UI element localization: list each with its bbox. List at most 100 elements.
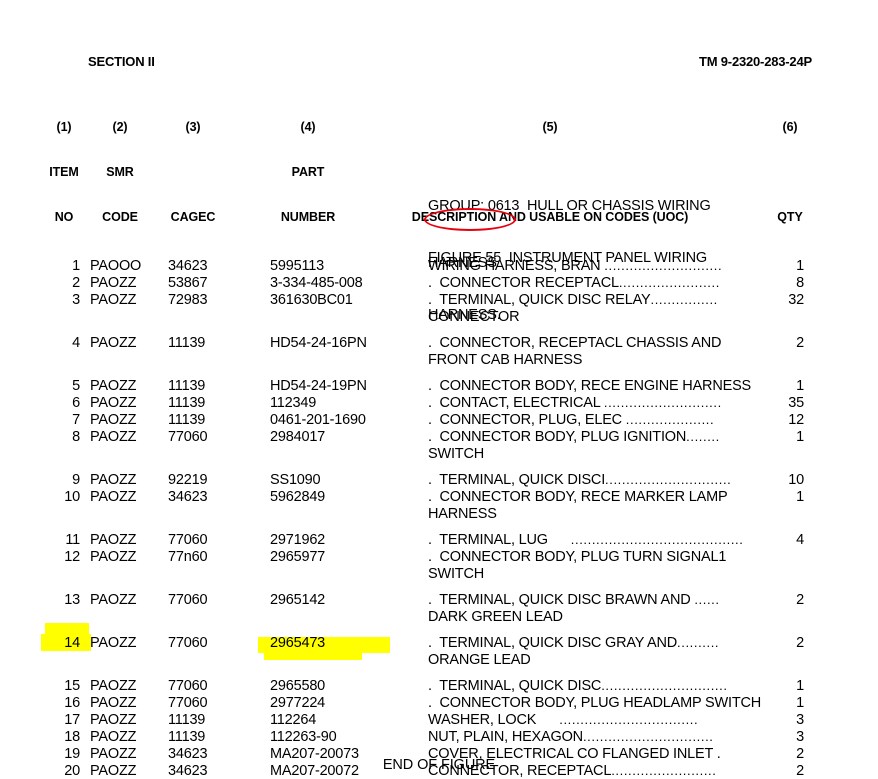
cell-description: . CONNECTOR, PLUG, ELEC ................… (428, 412, 776, 428)
description-text: FRONT CAB HARNESS (428, 352, 583, 368)
cell-qty: 2 (796, 763, 804, 779)
cell-part-number: 5962849 (270, 489, 326, 505)
description-text: . CONNECTOR RECEPTACL (428, 275, 619, 291)
cell-item-no: 6 (72, 395, 80, 411)
cell-description: SWITCH (428, 446, 776, 462)
parts-table: 1 PAOOO 34623 5995113 WIRING HARNESS, BRAN .… (0, 258, 878, 779)
cell-part-number: 2965580 (270, 678, 326, 694)
cell-cagec: 77060 (168, 678, 208, 694)
cell-item-no: 1 (72, 258, 80, 274)
cell-item-no: 16 (64, 695, 80, 711)
cell-item-no: 10 (64, 489, 80, 505)
description-text: . TERMINAL, QUICK DISCI (428, 472, 606, 488)
cell-item-no: 20 (64, 763, 80, 779)
cell-smr-code: PAOZZ (90, 292, 137, 308)
cell-part-number: MA207-20073 (270, 746, 359, 762)
cell-description: COVER, ELECTRICAL CO FLANGED INLET . (428, 746, 776, 762)
cell-cagec: 11139 (168, 335, 206, 351)
cell-qty: 1 (796, 678, 804, 694)
cell-description: . CONNECTOR RECEPTACL...................… (428, 275, 776, 291)
cell-cagec: 34623 (168, 746, 208, 762)
cell-part-number: 2965142 (270, 592, 326, 608)
cell-cagec: 34623 (168, 258, 208, 274)
dot-leader: ............................... (582, 729, 714, 744)
dot-leader: ........................................… (570, 532, 744, 547)
table-row: 1 PAOOO 34623 5995113 WIRING HARNESS, BRAN .… (0, 258, 878, 275)
cell-description: . CONNECTOR, RECEPTACL CHASSIS AND (428, 335, 776, 351)
description-text: . CONNECTOR BODY, PLUG TURN SIGNAL1 (428, 549, 727, 565)
table-row-continuation: HARNESS (0, 506, 878, 523)
cell-cagec: 77060 (168, 532, 208, 548)
cell-part-number: 2971962 (270, 532, 326, 548)
cell-smr-code: PAOZZ (90, 635, 137, 651)
cell-qty: 2 (796, 635, 804, 651)
cell-item-no: 11 (65, 532, 80, 548)
cell-item-no: 4 (72, 335, 80, 351)
cell-description: HARNESS (428, 506, 776, 522)
table-row: 5 PAOZZ 11139 HD54-24-19PN . CONNECTOR BODY,… (0, 378, 878, 395)
cell-qty: 3 (796, 712, 804, 728)
description-text: . CONNECTOR BODY, PLUG HEADLAMP SWITCH (428, 695, 762, 711)
dot-leader: .......... (677, 635, 720, 650)
cell-description: . CONNECTOR BODY, PLUG HEADLAMP SWITCH (428, 695, 776, 711)
description-text: . CONNECTOR BODY, RECE ENGINE HARNESS (428, 378, 752, 394)
cell-cagec: 53867 (168, 275, 208, 291)
table-row: 15 PAOZZ 77060 2965580 . TERMINAL, QUICK DIS… (0, 678, 878, 695)
cell-smr-code: PAOZZ (90, 763, 137, 779)
description-text: HARNESS (428, 506, 497, 522)
cell-cagec: 77060 (168, 635, 208, 651)
cell-smr-code: PAOZZ (90, 746, 137, 762)
cell-smr-code: PAOZZ (90, 275, 137, 291)
cell-description: . CONNECTOR BODY, PLUG IGNITION........ (428, 429, 776, 445)
dot-leader: ............................ (603, 395, 722, 410)
cell-qty: 32 (788, 292, 804, 308)
cell-qty: 2 (796, 335, 804, 351)
cell-smr-code: PAOZZ (90, 335, 137, 351)
cell-part-number: 2965473 (270, 635, 326, 651)
table-row: 9 PAOZZ 92219 SS1090 . TERMINAL, QUICK DISCI… (0, 472, 878, 489)
cell-part-number: 2977224 (270, 695, 326, 711)
cell-part-number: 2965977 (270, 549, 326, 565)
description-text: . CONNECTOR BODY, PLUG IGNITION (428, 429, 687, 445)
document-page: SECTION II TM 9-2320-283-24P (1) ITEM NO… (0, 0, 878, 779)
description-text: . TERMINAL, QUICK DISC GRAY AND (428, 635, 678, 651)
table-row: 7 PAOZZ 11139 0461-201-1690 . CONNECTOR, PLU… (0, 412, 878, 429)
cell-smr-code: PAOZZ (90, 695, 137, 711)
table-row: 14 PAOZZ 77060 2965473 . TERMINAL, QUICK DIS… (0, 635, 878, 652)
cell-cagec: 34623 (168, 763, 208, 779)
cell-description: NUT, PLAIN, HEXAGON.....................… (428, 729, 776, 745)
cell-qty: 1 (796, 429, 804, 445)
description-text: WIRING HARNESS, BRAN (428, 258, 605, 274)
cell-smr-code: PAOZZ (90, 489, 137, 505)
description-text: . CONNECTOR, PLUG, ELEC (428, 412, 626, 428)
cell-part-number: 3-334-485-008 (270, 275, 363, 291)
table-row: 19 PAOZZ 34623 MA207-20073 COVER, ELECTRICAL… (0, 746, 878, 763)
cell-smr-code: PAOZZ (90, 712, 137, 728)
table-row-continuation: CONNECTOR (0, 309, 878, 326)
cell-description: . CONTACT, ELECTRICAL ..................… (428, 395, 776, 411)
cell-qty: 35 (788, 395, 804, 411)
description-text: . TERMINAL, LUG (428, 532, 571, 548)
cell-item-no: 3 (72, 292, 80, 308)
cell-description: . CONNECTOR BODY, RECE MARKER LAMP (428, 489, 776, 505)
cell-qty: 1 (796, 695, 804, 711)
cell-cagec: 92219 (168, 472, 208, 488)
table-row: 11 PAOZZ 77060 2971962 . TERMINAL, LUG .....… (0, 532, 878, 549)
cell-description: . TERMINAL, QUICK DISCI.................… (428, 472, 776, 488)
cell-part-number: 2984017 (270, 429, 326, 445)
cell-cagec: 77n60 (168, 549, 208, 565)
cell-part-number: 112264 (270, 712, 317, 728)
cell-part-number: 0461-201-1690 (270, 412, 366, 428)
cell-description: WIRING HARNESS, BRAN ...................… (428, 258, 776, 274)
cell-cagec: 11139 (168, 412, 206, 428)
table-row: 8 PAOZZ 77060 2984017 . CONNECTOR BODY, PLUG… (0, 429, 878, 446)
cell-item-no: 9 (72, 472, 80, 488)
description-text: COVER, ELECTRICAL CO FLANGED INLET . (428, 746, 721, 762)
cell-part-number: 112349 (270, 395, 317, 411)
description-text: WASHER, LOCK (428, 712, 560, 728)
cell-cagec: 72983 (168, 292, 208, 308)
cell-description: . CONNECTOR BODY, RECE ENGINE HARNESS (428, 378, 776, 394)
table-row: 12 PAOZZ 77n60 2965977 . CONNECTOR BODY, PLU… (0, 549, 878, 566)
cell-part-number: 5995113 (270, 258, 324, 274)
cell-smr-code: PAOZZ (90, 549, 137, 565)
